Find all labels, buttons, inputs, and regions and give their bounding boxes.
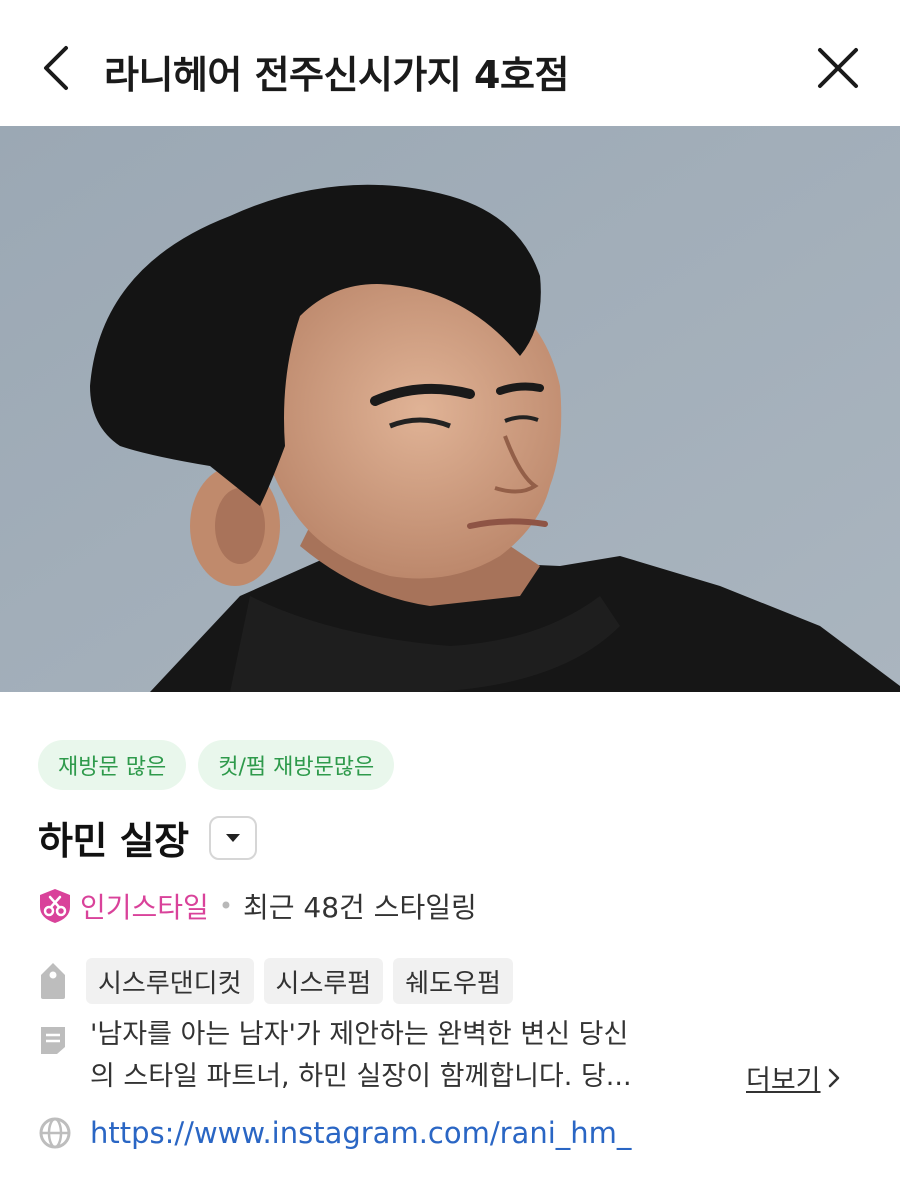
more-label: 더보기	[746, 1065, 821, 1096]
page-title: 라니헤어 전주신시가지 4호점	[104, 53, 569, 97]
description-text: '남자를 아는 남자'가 제안하는 완벽한 변신 당신 의 스타일 파트너, 하…	[90, 1014, 730, 1098]
badge-list: 재방문 많은 컷/펌 재방문많은	[38, 740, 395, 790]
description-line: 의 스타일 파트너, 하민 실장이 함께합니다. 당...	[90, 1061, 632, 1092]
tag-icon	[41, 963, 65, 999]
close-icon	[818, 48, 858, 88]
badge-revisit: 재방문 많은	[38, 740, 187, 790]
caret-down-icon	[225, 833, 240, 842]
tag-list: 시스루댄디컷 시스루펌 쉐도우펌	[86, 958, 513, 1004]
memo-icon	[41, 1027, 65, 1054]
instagram-link-row: https://www.instagram.com/rani_hm_	[38, 1116, 631, 1150]
designer-name-row: 하민 실장	[38, 810, 257, 865]
scissors-shield-icon	[40, 889, 70, 923]
instagram-link[interactable]: https://www.instagram.com/rani_hm_	[90, 1116, 631, 1150]
chevron-left-icon	[44, 46, 68, 90]
popular-style-label: 인기스타일	[80, 891, 209, 924]
close-button[interactable]	[810, 40, 866, 96]
globe-icon	[39, 1117, 71, 1149]
more-button[interactable]: 더보기	[746, 1058, 843, 1097]
style-tag[interactable]: 쉐도우펌	[393, 958, 513, 1004]
portrait-image	[0, 126, 900, 692]
style-tag[interactable]: 시스루댄디컷	[86, 958, 254, 1004]
designer-name: 하민 실장	[38, 819, 189, 863]
popular-style-row: 인기스타일 • 최근 48건 스타일링	[38, 886, 477, 926]
description-line: '남자를 아는 남자'가 제안하는 완벽한 변신 당신	[90, 1019, 629, 1050]
chevron-right-icon	[828, 1068, 839, 1087]
style-tags-row: 시스루댄디컷 시스루펌 쉐도우펌	[38, 958, 513, 1004]
separator-dot: •	[218, 892, 233, 920]
recent-styling-count: 최근 48건 스타일링	[242, 891, 477, 924]
designer-photo[interactable]	[0, 126, 900, 692]
style-tag[interactable]: 시스루펌	[263, 958, 384, 1004]
top-bar: 라니헤어 전주신시가지 4호점	[0, 0, 900, 126]
badge-cut-perm-revisit: 컷/펌 재방문많은	[198, 740, 395, 790]
back-button[interactable]	[30, 40, 86, 96]
designer-info: 재방문 많은 컷/펌 재방문많은 하민 실장 인기스타일 • 최근 48건 스타…	[0, 692, 900, 1202]
designer-dropdown-button[interactable]	[208, 815, 257, 860]
